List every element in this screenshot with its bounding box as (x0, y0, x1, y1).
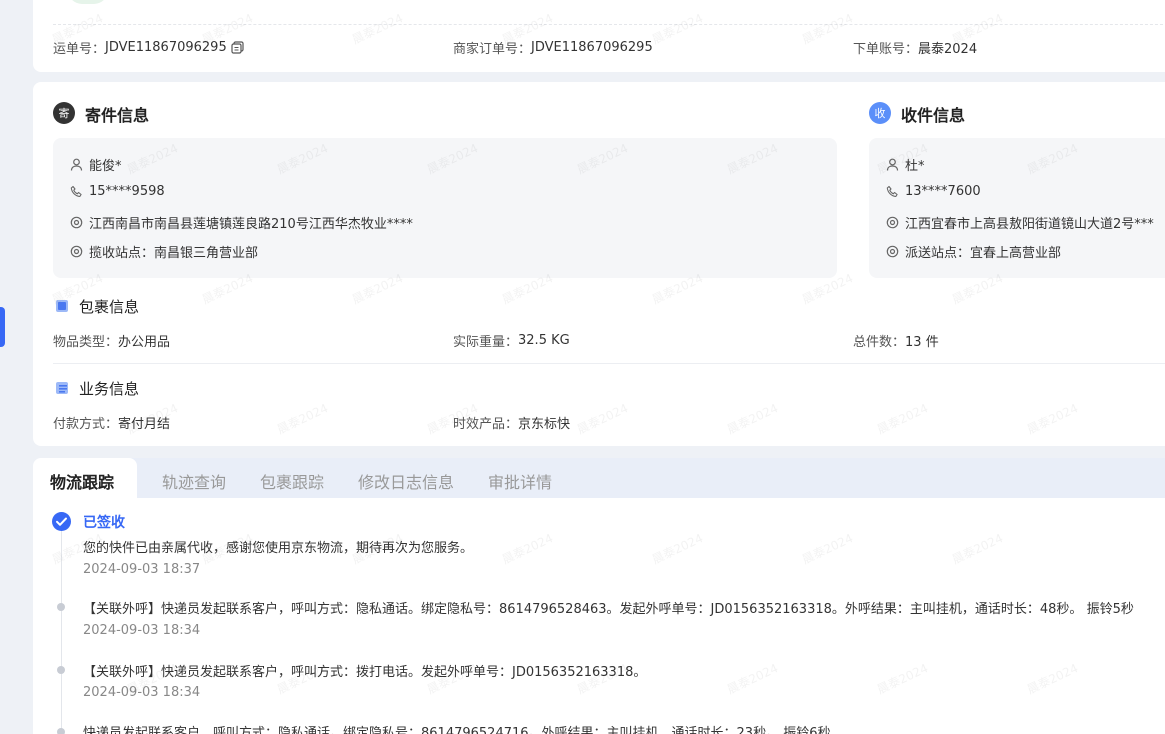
business-title: 业务信息 (79, 380, 140, 398)
receiver-station: 派送站点：宜春上高营业部 (885, 242, 1061, 261)
location-icon (885, 245, 899, 259)
timeline-status: 已签收 (83, 515, 125, 531)
sender-address: 江西南昌市南昌县莲塘镇莲良路210号江西华杰牧业**** (69, 213, 413, 232)
phone-icon (885, 185, 899, 199)
timeline-text: 快递员发起联系客户，呼叫方式：隐私通话。绑定隐私号：8614796524716。… (83, 726, 831, 734)
sender-title: 寄件信息 (85, 106, 150, 125)
timeline-time: 2024-09-03 18:34 (83, 623, 201, 638)
receiver-address: 江西宜春市上高县敖阳街道镜山大道2号*** (885, 213, 1165, 232)
timeline-dot (57, 666, 65, 674)
location-icon (885, 216, 899, 230)
package-icon (54, 298, 70, 318)
timeline-time: 2024-09-03 18:37 (83, 562, 201, 577)
copy-icon[interactable] (231, 41, 245, 55)
timeline-dot (57, 603, 65, 611)
timeline-text: 【关联外呼】快递员发起联系客户，呼叫方式：隐私通话。绑定隐私号：86147965… (83, 602, 1134, 617)
location-icon (69, 216, 83, 230)
merchant-order-number: 商家订单号： JDVE11867096295 (453, 40, 653, 57)
receiver-name: 杜* (885, 155, 925, 174)
business-icon (54, 380, 70, 400)
package-type: 物品类型： 办公用品 (53, 335, 171, 350)
waybill-card (33, 0, 1165, 72)
package-count: 总件数： 13 件 (853, 335, 939, 350)
avatar (68, 0, 108, 4)
tab-package-tracking[interactable]: 包裹跟踪 (260, 469, 324, 493)
tab-modify-log[interactable]: 修改日志信息 (358, 469, 454, 493)
check-circle-icon (52, 512, 71, 535)
receiver-badge-icon: 收 (869, 102, 891, 124)
phone-icon (69, 185, 83, 199)
sender-station: 揽收站点：南昌银三角营业部 (69, 242, 258, 261)
timeline-time: 2024-09-03 18:34 (83, 685, 201, 700)
waybill-number: 运单号： JDVE11867096295 (53, 38, 245, 57)
divider (53, 363, 1165, 364)
sender-phone: 15****9598 (69, 184, 165, 199)
timeline-line (61, 530, 62, 734)
payment-method: 付款方式： 寄付月结 (53, 417, 171, 432)
order-account: 下单账号： 晨泰2024 (853, 42, 978, 57)
timeline-dot (57, 728, 65, 734)
user-icon (69, 158, 83, 172)
sender-badge-icon: 寄 (53, 102, 75, 124)
package-title: 包裹信息 (79, 298, 140, 316)
divider (53, 24, 1165, 25)
timeline-text: 您的快件已由亲属代收，感谢您使用京东物流，期待再次为您服务。 (83, 541, 474, 556)
tab-trajectory-query[interactable]: 轨迹查询 (162, 469, 226, 493)
user-icon (885, 158, 899, 172)
timeline-text: 【关联外呼】快递员发起联系客户，呼叫方式：拨打电话。发起外呼单号：JD01563… (83, 665, 647, 680)
receiver-title: 收件信息 (901, 106, 966, 125)
location-icon (69, 245, 83, 259)
side-float-tab[interactable] (0, 307, 5, 347)
tab-logistics-tracking[interactable]: 物流跟踪 (50, 469, 114, 493)
sender-name: 能俊* (69, 155, 122, 174)
time-product: 时效产品： 京东标快 (453, 417, 571, 432)
tab-approval-details[interactable]: 审批详情 (488, 469, 552, 493)
tracking-card (33, 458, 1165, 734)
package-weight: 实际重量： 32.5 KG (453, 333, 570, 350)
receiver-phone: 13****7600 (885, 184, 981, 199)
